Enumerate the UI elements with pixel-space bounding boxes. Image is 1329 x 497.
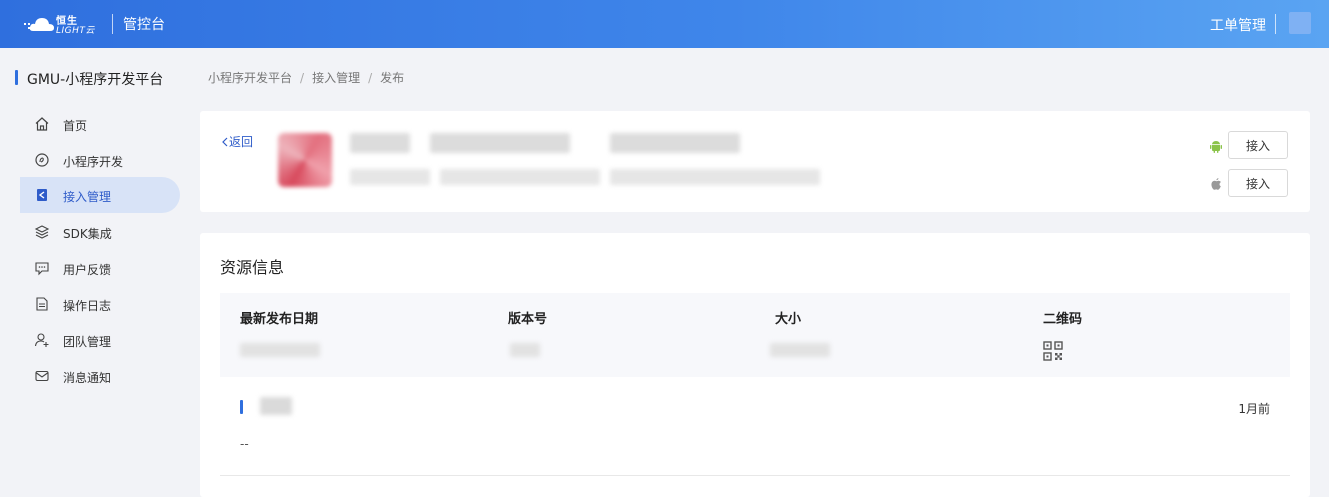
redacted-app-desc <box>610 169 820 185</box>
divider <box>112 14 113 34</box>
log-icon <box>36 297 48 311</box>
qrcode-icon[interactable] <box>1043 341 1063 361</box>
sidebar-item-label: 首页 <box>63 119 88 133</box>
app-icon <box>278 133 332 187</box>
sidebar-item-label: 团队管理 <box>63 335 112 349</box>
layers-icon <box>34 225 50 239</box>
redacted-app-desc <box>440 169 600 185</box>
column-header: 大小 <box>775 312 802 327</box>
divider <box>1275 14 1276 34</box>
column-header: 最新发布日期 <box>240 312 319 327</box>
breadcrumb-item[interactable]: 接入管理 <box>312 71 360 85</box>
sidebar-item-notifications[interactable]: 消息通知 <box>20 358 180 394</box>
redacted-app-meta <box>610 133 740 153</box>
top-bar: 恒生 LIGHT云 管控台 工单管理 <box>0 0 1329 48</box>
apple-icon <box>1211 178 1221 190</box>
logo[interactable]: 恒生 LIGHT云 <box>24 11 98 37</box>
sidebar-item-label: SDK集成 <box>63 227 112 241</box>
version-description: -- <box>240 437 249 451</box>
breadcrumb: 小程序开发平台 / 接入管理 / 发布 <box>208 71 405 85</box>
breadcrumb-item: 发布 <box>380 71 405 85</box>
cloud-logo-icon <box>24 18 54 31</box>
back-link[interactable]: 返回 <box>221 133 253 150</box>
home-icon <box>35 117 49 131</box>
android-icon <box>1210 141 1222 153</box>
console-title: 管控台 <box>123 17 165 33</box>
redacted-version <box>510 343 540 357</box>
sidebar-item-label: 小程序开发 <box>63 155 124 169</box>
redacted-release-date <box>240 343 320 357</box>
avatar[interactable] <box>1289 12 1311 34</box>
version-time: 1月前 <box>1238 402 1270 416</box>
sidebar-item-label: 接入管理 <box>63 190 112 204</box>
team-icon <box>34 333 49 347</box>
sidebar-item-label: 操作日志 <box>63 299 112 313</box>
title-marker <box>15 70 18 85</box>
section-title: 资源信息 <box>220 258 285 277</box>
platform-name: GMU-小程序开发平台 <box>27 72 164 88</box>
column-header: 二维码 <box>1043 312 1083 327</box>
logo-text-bottom: LIGHT云 <box>56 26 95 36</box>
ticket-management-link[interactable]: 工单管理 <box>1210 15 1266 35</box>
dev-icon <box>35 153 49 167</box>
access-icon <box>37 189 47 201</box>
sidebar-item-miniprogram-dev[interactable]: 小程序开发 <box>20 142 180 178</box>
redacted-version-name <box>260 397 292 415</box>
resource-table: 最新发布日期 版本号 大小 二维码 <box>220 293 1290 377</box>
chevron-left-icon <box>222 137 228 147</box>
sidebar: GMU-小程序开发平台 首页 小程序开发 接入管理 SDK集成 用户反馈 操作日… <box>0 48 196 497</box>
redacted-app-name <box>350 133 410 153</box>
sidebar-item-label: 用户反馈 <box>63 263 112 277</box>
sidebar-item-label: 消息通知 <box>63 371 112 385</box>
version-marker <box>240 400 243 414</box>
resource-info-card: 资源信息 最新发布日期 版本号 大小 二维码 1月前 -- <box>200 233 1310 497</box>
version-record: 1月前 -- <box>220 393 1290 476</box>
android-access-button[interactable]: 接入 <box>1228 131 1288 159</box>
sidebar-item-team[interactable]: 团队管理 <box>20 322 180 358</box>
sidebar-item-feedback[interactable]: 用户反馈 <box>20 250 180 286</box>
ios-access-button[interactable]: 接入 <box>1228 169 1288 197</box>
sidebar-item-home[interactable]: 首页 <box>20 106 180 142</box>
sidebar-item-access-management[interactable]: 接入管理 <box>20 177 180 213</box>
redacted-app-id <box>430 133 570 153</box>
app-info-card: 返回 接入 接入 <box>200 111 1310 212</box>
column-header: 版本号 <box>508 312 548 327</box>
mail-icon <box>35 370 49 382</box>
sidebar-item-sdk[interactable]: SDK集成 <box>20 214 180 250</box>
sidebar-item-operation-log[interactable]: 操作日志 <box>20 286 180 322</box>
redacted-app-desc <box>350 169 430 185</box>
breadcrumb-item[interactable]: 小程序开发平台 <box>208 71 292 85</box>
back-label: 返回 <box>229 135 254 149</box>
redacted-size <box>770 343 830 357</box>
feedback-icon <box>35 262 49 276</box>
